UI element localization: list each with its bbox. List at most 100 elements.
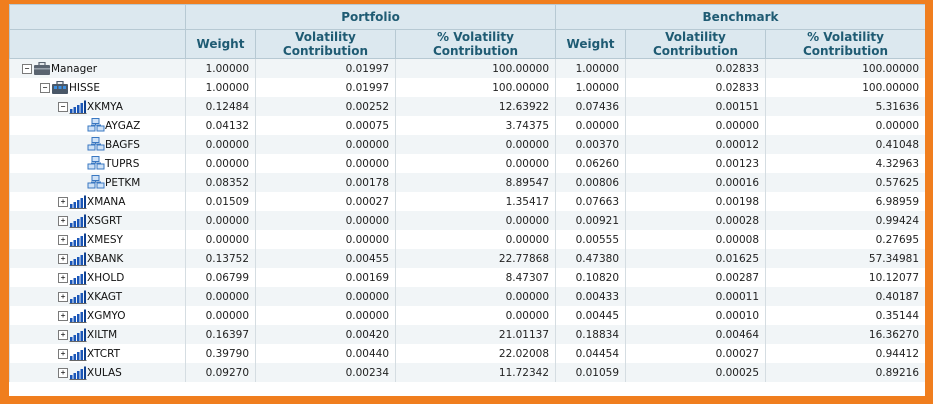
benchmark-weight-cell: 0.04454 <box>555 344 627 363</box>
table-row[interactable]: AYGAZ 0.04132 0.00075 3.74375 0.00000 0.00000… <box>9 116 925 135</box>
tree-cell: − HISSE <box>9 78 186 97</box>
benchmark-vol-contrib-cell: 0.00025 <box>625 363 767 382</box>
benchmark-pct-vol-contrib-header[interactable]: % Volatility Contribution <box>765 29 925 59</box>
sector-icon <box>69 213 87 228</box>
table-row[interactable]: + XTCRT 0.39790 0.00440 22.02008 0.04454 0.000… <box>9 344 925 363</box>
portfolio-weight-cell: 0.00000 <box>185 154 256 173</box>
node-label[interactable]: XHOLD <box>87 272 124 284</box>
node-label[interactable]: XILTM <box>87 329 117 341</box>
table-row[interactable]: TUPRS 0.00000 0.00000 0.00000 0.06260 0.00123… <box>9 154 925 173</box>
benchmark-weight-cell: 0.06260 <box>555 154 627 173</box>
benchmark-vol-contrib-cell: 0.00028 <box>625 211 767 230</box>
collapse-toggle[interactable]: − <box>58 101 68 112</box>
benchmark-pct-vol-contrib-cell: 0.35144 <box>765 306 925 325</box>
benchmark-weight-cell: 0.00921 <box>555 211 627 230</box>
benchmark-pct-vol-contrib-cell: 57.34981 <box>765 249 925 268</box>
expand-toggle[interactable]: + <box>58 310 68 321</box>
sector-icon <box>69 289 87 304</box>
table-row[interactable]: − Manager 1.00000 0.01997 100.00000 1.00000 0.… <box>9 58 925 78</box>
expand-toggle[interactable]: + <box>58 215 68 226</box>
tree-cell: TUPRS <box>9 154 186 173</box>
collapse-toggle[interactable]: − <box>22 63 32 74</box>
portfolio-weight-cell: 0.12484 <box>185 97 256 116</box>
table-row[interactable]: + XMESY 0.00000 0.00000 0.00000 0.00555 0.0000… <box>9 230 925 249</box>
node-label[interactable]: Manager <box>51 63 97 75</box>
collapse-toggle[interactable]: − <box>40 82 50 93</box>
benchmark-vol-contrib-header[interactable]: Volatility Contribution <box>625 29 767 59</box>
volatility-table: Portfolio Benchmark Weight Volatility Co… <box>9 4 925 382</box>
benchmark-weight-cell: 0.00000 <box>555 116 627 135</box>
portfolio-pct-vol-contrib-cell: 0.00000 <box>394 230 557 249</box>
expand-toggle[interactable]: + <box>58 272 68 283</box>
table-row[interactable]: + XKAGT 0.00000 0.00000 0.00000 0.00433 0.0001… <box>9 287 925 306</box>
benchmark-pct-vol-contrib-cell: 0.89216 <box>765 363 925 382</box>
node-label[interactable]: XBANK <box>87 253 123 265</box>
portfolio-vol-contrib-cell: 0.00000 <box>255 211 396 230</box>
sector-icon <box>69 327 87 342</box>
expand-toggle[interactable]: + <box>58 367 68 378</box>
benchmark-vol-contrib-cell: 0.02833 <box>625 58 767 78</box>
portfolio-pct-vol-contrib-header[interactable]: % Volatility Contribution <box>394 29 557 59</box>
tree-cell: + XTCRT <box>9 344 186 363</box>
portfolio-group-header: Portfolio <box>184 4 557 30</box>
node-label[interactable]: XKMYA <box>87 101 123 113</box>
tree-cell: + XMESY <box>9 230 186 249</box>
node-label[interactable]: XMESY <box>87 234 123 246</box>
expand-toggle[interactable]: + <box>58 291 68 302</box>
tree-cell: + XULAS <box>9 363 186 382</box>
table-row[interactable]: − XKMYA 0.12484 0.00252 12.63922 0.07436 0.001… <box>9 97 925 116</box>
node-label[interactable]: XULAS <box>87 367 122 379</box>
node-label[interactable]: XGMYO <box>87 310 126 322</box>
node-label[interactable]: TUPRS <box>105 158 139 170</box>
expand-toggle[interactable]: + <box>58 348 68 359</box>
benchmark-group-header: Benchmark <box>555 4 925 30</box>
portfolio-weight-cell: 0.00000 <box>185 135 256 154</box>
node-label[interactable]: XTCRT <box>87 348 120 360</box>
benchmark-pct-vol-contrib-cell: 16.36270 <box>765 325 925 344</box>
benchmark-pct-vol-contrib-cell: 0.41048 <box>765 135 925 154</box>
table-row[interactable]: + XSGRT 0.00000 0.00000 0.00000 0.00921 0.0002… <box>9 211 925 230</box>
table-row[interactable]: − HISSE 1.00000 0.01997 100.00000 1.00000 0.02… <box>9 78 925 97</box>
portfolio-weight-cell: 0.13752 <box>185 249 256 268</box>
node-label[interactable]: AYGAZ <box>105 120 140 132</box>
node-label[interactable]: HISSE <box>69 82 100 94</box>
node-label[interactable]: XKAGT <box>87 291 122 303</box>
portfolio-weight-cell: 0.08352 <box>185 173 256 192</box>
benchmark-pct-vol-contrib-cell: 0.99424 <box>765 211 925 230</box>
portfolio-vol-contrib-cell: 0.00075 <box>255 116 396 135</box>
expand-toggle[interactable]: + <box>58 234 68 245</box>
benchmark-vol-contrib-cell: 0.00008 <box>625 230 767 249</box>
table-row[interactable]: + XHOLD 0.06799 0.00169 8.47307 0.10820 0.0028… <box>9 268 925 287</box>
node-label[interactable]: PETKM <box>105 177 140 189</box>
node-label[interactable]: XSGRT <box>87 215 122 227</box>
benchmark-weight-cell: 1.00000 <box>555 58 627 78</box>
benchmark-pct-vol-contrib-cell: 0.00000 <box>765 116 925 135</box>
expand-toggle[interactable]: + <box>58 329 68 340</box>
benchmark-weight-cell: 0.00445 <box>555 306 627 325</box>
expand-toggle[interactable]: + <box>58 196 68 207</box>
portfolio-pct-vol-contrib-cell: 3.74375 <box>394 116 557 135</box>
portfolio-pct-vol-contrib-cell: 11.72342 <box>394 363 557 382</box>
portfolio-vol-contrib-header[interactable]: Volatility Contribution <box>255 29 396 59</box>
table-row[interactable]: PETKM 0.08352 0.00178 8.89547 0.00806 0.00016… <box>9 173 925 192</box>
table-row[interactable]: + XGMYO 0.00000 0.00000 0.00000 0.00445 0.0001… <box>9 306 925 325</box>
table-row[interactable]: BAGFS 0.00000 0.00000 0.00000 0.00370 0.00012… <box>9 135 925 154</box>
table-row[interactable]: + XILTM 0.16397 0.00420 21.01137 0.18834 0.004… <box>9 325 925 344</box>
benchmark-weight-cell: 0.00806 <box>555 173 627 192</box>
table-row[interactable]: + XULAS 0.09270 0.00234 11.72342 0.01059 0.000… <box>9 363 925 382</box>
benchmark-weight-cell: 0.00433 <box>555 287 627 306</box>
benchmark-vol-contrib-cell: 0.00010 <box>625 306 767 325</box>
tree-subheader <box>9 29 186 59</box>
portfolio-pct-vol-contrib-cell: 100.00000 <box>394 58 557 78</box>
expand-toggle[interactable]: + <box>58 253 68 264</box>
portfolio-pct-vol-contrib-cell: 0.00000 <box>394 287 557 306</box>
benchmark-vol-contrib-cell: 0.00287 <box>625 268 767 287</box>
table-row[interactable]: + XBANK 0.13752 0.00455 22.77868 0.47380 0.016… <box>9 249 925 268</box>
node-label[interactable]: BAGFS <box>105 139 140 151</box>
benchmark-weight-header[interactable]: Weight <box>555 29 627 59</box>
portfolio-weight-header[interactable]: Weight <box>185 29 256 59</box>
portfolio-vol-contrib-cell: 0.00420 <box>255 325 396 344</box>
table-row[interactable]: + XMANA 0.01509 0.00027 1.35417 0.07663 0.0019… <box>9 192 925 211</box>
node-label[interactable]: XMANA <box>87 196 125 208</box>
benchmark-weight-cell: 0.47380 <box>555 249 627 268</box>
